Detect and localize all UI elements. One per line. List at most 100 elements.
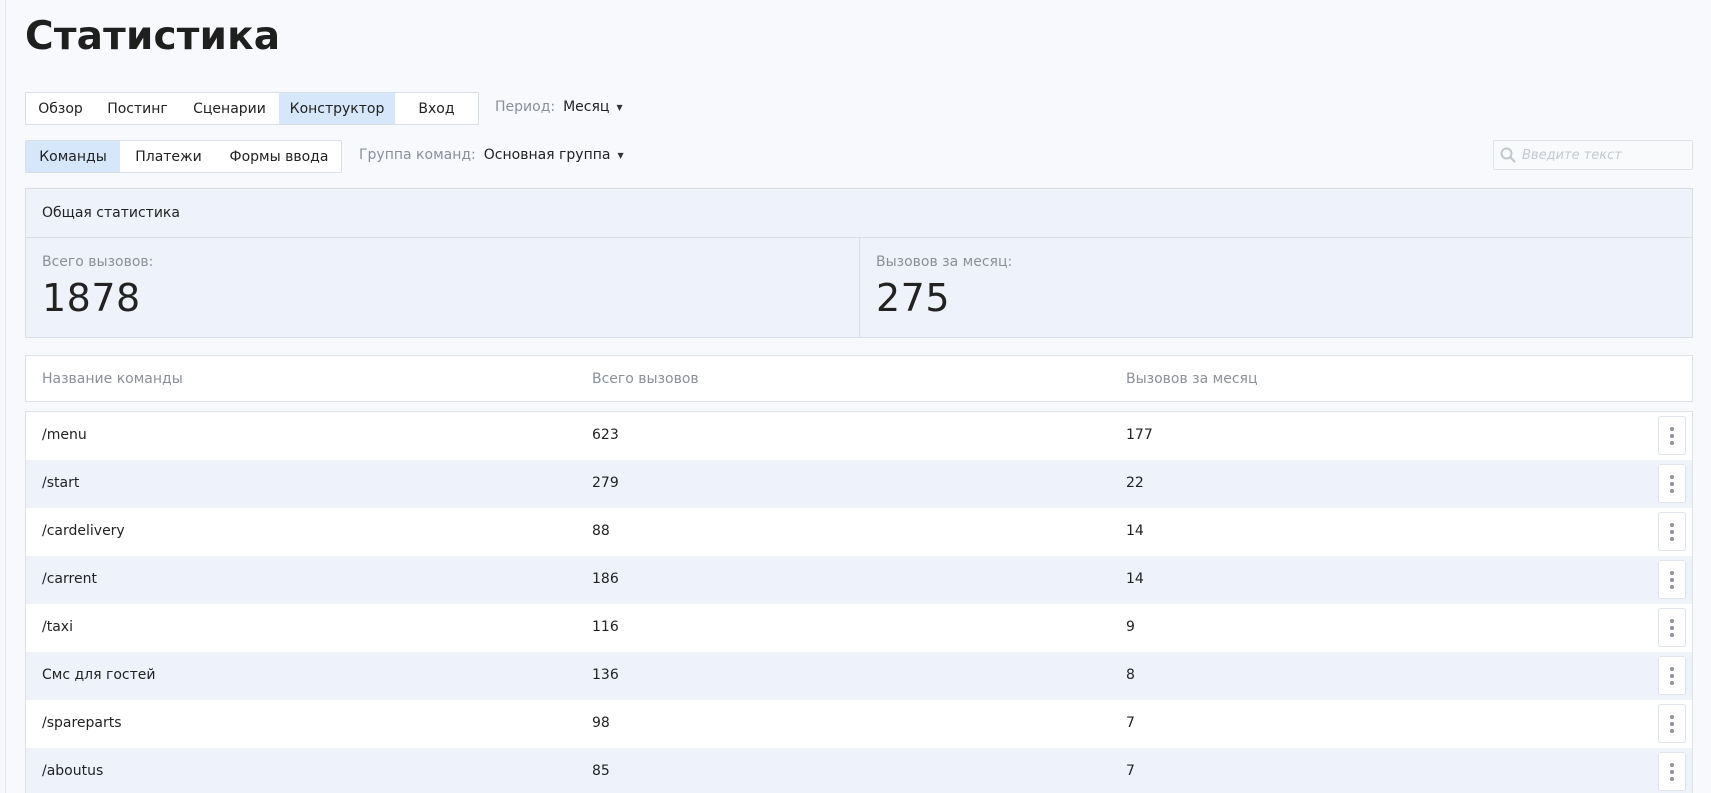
total-calls: 85 <box>592 763 610 779</box>
month-calls-cell: Вызовов за месяц: 275 <box>860 238 1012 338</box>
table-row[interactable]: /start 279 22 <box>26 460 1692 508</box>
group-filter: Группа команд: Основная группа ▼ <box>359 147 624 163</box>
total-calls: 279 <box>592 475 619 491</box>
column-header-total[interactable]: Всего вызовов <box>592 371 699 387</box>
total-calls: 116 <box>592 619 619 635</box>
search-icon <box>1494 147 1522 163</box>
dot-icon <box>1670 536 1674 541</box>
table-row[interactable]: /spareparts 98 7 <box>26 700 1692 748</box>
dot-icon <box>1670 522 1674 527</box>
group-value: Основная группа <box>483 147 611 163</box>
column-header-month[interactable]: Вызовов за месяц <box>1126 371 1257 387</box>
month-calls: 14 <box>1126 571 1144 587</box>
more-options-button[interactable] <box>1658 752 1686 791</box>
group-dropdown[interactable]: Основная группа ▼ <box>484 147 624 163</box>
table-row[interactable]: /cardelivery 88 14 <box>26 508 1692 556</box>
table-row[interactable]: /carrent 186 14 <box>26 556 1692 604</box>
secondary-tabs: Команды Платежи Формы ввода <box>25 140 342 173</box>
period-filter: Период: Месяц ▼ <box>495 99 623 115</box>
tab-scenarios[interactable]: Сценарии <box>180 93 279 124</box>
total-calls: 136 <box>592 667 619 683</box>
month-calls: 8 <box>1126 667 1135 683</box>
caret-down-icon: ▼ <box>617 150 624 160</box>
dot-icon <box>1670 481 1674 486</box>
total-calls-value: 1878 <box>42 276 141 320</box>
dot-icon <box>1670 776 1674 781</box>
table-row[interactable]: /aboutus 85 7 <box>26 748 1692 793</box>
dot-icon <box>1670 769 1674 774</box>
dot-icon <box>1670 721 1674 726</box>
group-label: Группа команд: <box>359 147 476 163</box>
more-options-button[interactable] <box>1658 416 1686 455</box>
month-calls-label: Вызовов за месяц: <box>876 254 1013 270</box>
dot-icon <box>1670 570 1674 575</box>
more-options-button[interactable] <box>1658 608 1686 647</box>
dot-icon <box>1670 433 1674 438</box>
dot-icon <box>1670 440 1674 445</box>
dot-icon <box>1670 618 1674 623</box>
dot-icon <box>1670 474 1674 479</box>
total-calls: 98 <box>592 715 610 731</box>
month-calls: 177 <box>1126 427 1153 443</box>
page-title: Статистика <box>25 14 281 59</box>
tab-input-forms[interactable]: Формы ввода <box>217 141 341 172</box>
month-calls-value: 275 <box>876 276 951 320</box>
tab-payments[interactable]: Платежи <box>120 141 217 172</box>
period-value: Месяц <box>563 99 610 115</box>
dot-icon <box>1670 728 1674 733</box>
column-header-name[interactable]: Название команды <box>42 371 183 387</box>
command-name: /start <box>42 475 80 491</box>
total-calls: 88 <box>592 523 610 539</box>
dot-icon <box>1670 680 1674 685</box>
dot-icon <box>1670 426 1674 431</box>
dot-icon <box>1670 714 1674 719</box>
table-body: /menu 623 177/start 279 22/cardelivery 88 14/c… <box>25 411 1693 793</box>
command-name: /aboutus <box>42 763 104 779</box>
table-row[interactable]: /taxi 116 9 <box>26 604 1692 652</box>
tab-login[interactable]: Вход <box>395 93 478 124</box>
dot-icon <box>1670 577 1674 582</box>
month-calls: 22 <box>1126 475 1144 491</box>
more-options-button[interactable] <box>1658 464 1686 503</box>
dot-icon <box>1670 762 1674 767</box>
table-header: Название команды Всего вызовов Вызовов з… <box>25 355 1693 402</box>
dot-icon <box>1670 625 1674 630</box>
tab-constructor[interactable]: Конструктор <box>279 93 395 124</box>
dot-icon <box>1670 488 1674 493</box>
total-calls-label: Всего вызовов: <box>42 254 154 270</box>
table-row[interactable]: /menu 623 177 <box>26 412 1692 460</box>
tab-posting[interactable]: Постинг <box>95 93 180 124</box>
period-dropdown[interactable]: Месяц ▼ <box>563 99 623 115</box>
total-calls-cell: Всего вызовов: 1878 <box>26 238 860 338</box>
summary-heading: Общая статистика <box>26 189 1692 238</box>
search-box <box>1493 140 1693 170</box>
command-name: /cardelivery <box>42 523 125 539</box>
month-calls: 14 <box>1126 523 1144 539</box>
total-calls: 623 <box>592 427 619 443</box>
month-calls: 9 <box>1126 619 1135 635</box>
more-options-button[interactable] <box>1658 560 1686 599</box>
primary-tabs: Обзор Постинг Сценарии Конструктор Вход <box>25 92 479 125</box>
total-calls: 186 <box>592 571 619 587</box>
more-options-button[interactable] <box>1658 656 1686 695</box>
summary-panel: Общая статистика Всего вызовов: 1878 Выз… <box>25 188 1693 338</box>
tab-commands[interactable]: Команды <box>26 141 120 172</box>
more-options-button[interactable] <box>1658 512 1686 551</box>
command-name: /menu <box>42 427 87 443</box>
page: Статистика Обзор Постинг Сценарии Констр… <box>5 0 1711 793</box>
command-name: /spareparts <box>42 715 122 731</box>
month-calls: 7 <box>1126 715 1135 731</box>
month-calls: 7 <box>1126 763 1135 779</box>
dot-icon <box>1670 673 1674 678</box>
command-name: /taxi <box>42 619 73 635</box>
table-row[interactable]: Смс для гостей 136 8 <box>26 652 1692 700</box>
more-options-button[interactable] <box>1658 704 1686 743</box>
tab-overview[interactable]: Обзор <box>26 93 95 124</box>
caret-down-icon: ▼ <box>616 102 623 112</box>
search-input[interactable] <box>1522 147 1682 163</box>
command-name: Смс для гостей <box>42 667 156 683</box>
period-label: Период: <box>495 99 556 115</box>
dot-icon <box>1670 584 1674 589</box>
dot-icon <box>1670 666 1674 671</box>
dot-icon <box>1670 529 1674 534</box>
